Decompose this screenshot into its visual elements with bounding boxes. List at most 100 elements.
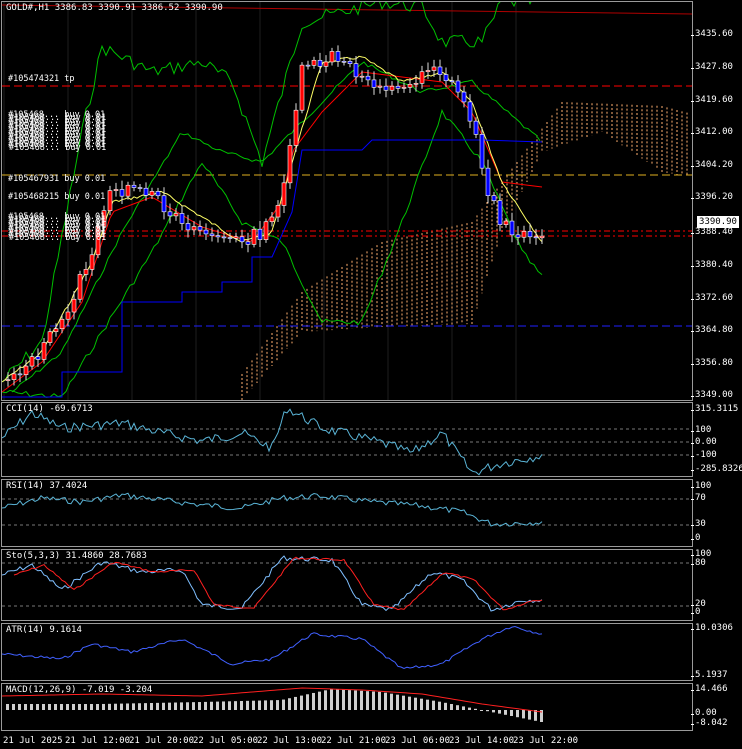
cci-title: CCI(14) -69.6713 <box>6 404 93 414</box>
candle-body <box>113 189 119 191</box>
price-axis: 3435.60 3427.80 3419.60 3412.00 3404.20 … <box>691 1 742 401</box>
macd-histogram-bar <box>468 707 471 710</box>
candle-body <box>203 229 209 235</box>
candle-body <box>257 228 263 240</box>
stochastic-axis: 100 80 20 0 <box>690 549 742 621</box>
atr-pane[interactable]: ATR(14) 9.1614 <box>1 623 693 681</box>
macd-histogram-bar <box>90 704 93 710</box>
candle-body <box>413 83 419 85</box>
macd-histogram-bar <box>12 704 15 710</box>
price-chart-svg <box>2 2 692 400</box>
macd-histogram-bar <box>276 700 279 710</box>
rsi-pane[interactable]: RSI(14) 37.4024 <box>1 479 693 547</box>
macd-histogram-bar <box>240 701 243 710</box>
candle-body <box>251 228 257 245</box>
stochastic-title: Sto(5,3,3) 31.4860 28.7683 <box>6 551 147 561</box>
macd-histogram-bar <box>348 690 351 710</box>
macd-histogram-bar <box>42 704 45 710</box>
candle-body <box>287 145 293 184</box>
macd-histogram-bar <box>114 703 117 710</box>
macd-histogram-bar <box>162 702 165 710</box>
macd-histogram-bar <box>432 700 435 710</box>
macd-histogram-bar <box>198 702 201 710</box>
macd-histogram-bar <box>102 703 105 710</box>
macd-histogram-bar <box>210 701 213 710</box>
time-tick: 23 Jul 14:00 <box>449 736 515 746</box>
macd-histogram-bar <box>330 689 333 710</box>
candle-body <box>197 226 203 231</box>
candle-body <box>35 356 41 360</box>
cci-tick: -100 <box>691 450 717 460</box>
candle-body <box>173 213 179 217</box>
rsi-axis: 100 70 30 0 <box>690 479 742 547</box>
candle-body <box>293 109 299 146</box>
macd-histogram-bar <box>258 700 261 710</box>
macd-histogram-bar <box>318 691 321 710</box>
candle-body <box>425 70 431 73</box>
candle-body <box>239 236 245 243</box>
macd-histogram-bar <box>504 710 507 715</box>
price-chart-pane[interactable]: GOLD#,H1 3386.83 3390.91 3386.52 3390.90… <box>1 1 693 401</box>
candle-body <box>155 191 161 197</box>
candle-body <box>299 64 305 111</box>
candle-body <box>527 231 533 238</box>
candle-body <box>407 83 413 88</box>
cci-tick: 100 <box>690 425 712 435</box>
macd-histogram-bar <box>30 704 33 710</box>
macd-histogram-bar <box>414 697 417 710</box>
candle-body <box>503 220 509 225</box>
macd-histogram-bar <box>426 699 429 710</box>
candle-body <box>269 216 275 223</box>
order-label-tp[interactable]: #105474321 tp <box>8 74 75 84</box>
candle-body <box>161 195 167 213</box>
time-tick: 23 Jul 22:00 <box>513 736 579 746</box>
macd-histogram-bar <box>294 696 297 710</box>
candle-body <box>359 75 365 78</box>
candle-body <box>41 342 47 360</box>
macd-histogram-bar <box>96 704 99 710</box>
macd-histogram-bar <box>324 690 327 710</box>
macd-histogram-bar <box>150 703 153 710</box>
candle-body <box>317 59 323 67</box>
macd-histogram-bar <box>342 689 345 710</box>
cci-pane[interactable]: CCI(14) -69.6713 <box>1 402 693 477</box>
macd-pane[interactable]: MACD(12,26,9) -7.019 -3.204 <box>1 683 693 731</box>
candle-body <box>533 236 539 239</box>
candle-body <box>275 205 281 218</box>
candle-body <box>65 311 71 320</box>
price-tick: 3396.20 <box>691 192 733 202</box>
candle-body <box>521 231 527 238</box>
order-label-2[interactable]: #105468215 buy 0.01 <box>8 192 105 202</box>
price-tick: 3419.60 <box>691 95 733 105</box>
candle-body <box>17 373 23 376</box>
candle-body <box>137 187 143 189</box>
candle-body <box>449 80 455 83</box>
time-tick: 22 Jul 21:00 <box>321 736 387 746</box>
macd-tick: 14.466 <box>691 684 728 694</box>
price-tick: 3364.80 <box>691 325 733 335</box>
macd-histogram-bar <box>300 695 303 710</box>
candle-body <box>335 51 341 62</box>
candle-body <box>497 200 503 225</box>
candle-body <box>419 71 425 84</box>
atr-svg <box>2 626 543 670</box>
macd-histogram-bar <box>246 700 249 710</box>
macd-histogram-bar <box>438 701 441 710</box>
macd-histogram-bar <box>336 689 339 710</box>
candle-body <box>485 167 491 196</box>
stochastic-pane[interactable]: Sto(5,3,3) 31.4860 28.7683 <box>1 549 693 621</box>
candle-body <box>89 254 95 270</box>
rsi-line <box>2 492 543 527</box>
order-label-1[interactable]: #105467931 buy 0.01 <box>8 174 105 184</box>
candle-body <box>329 51 335 63</box>
rsi-tick: 30 <box>691 519 706 529</box>
rsi-tick: 100 <box>690 481 712 491</box>
macd-tick: 0.00 <box>691 708 717 718</box>
atr-tick: 5.1937 <box>691 670 728 680</box>
candle-body <box>509 220 515 236</box>
candle-body <box>47 331 53 343</box>
macd-histogram-bar <box>528 710 531 720</box>
macd-histogram-bar <box>126 703 129 710</box>
macd-histogram-bar <box>360 690 363 710</box>
macd-histogram-bar <box>474 708 477 710</box>
